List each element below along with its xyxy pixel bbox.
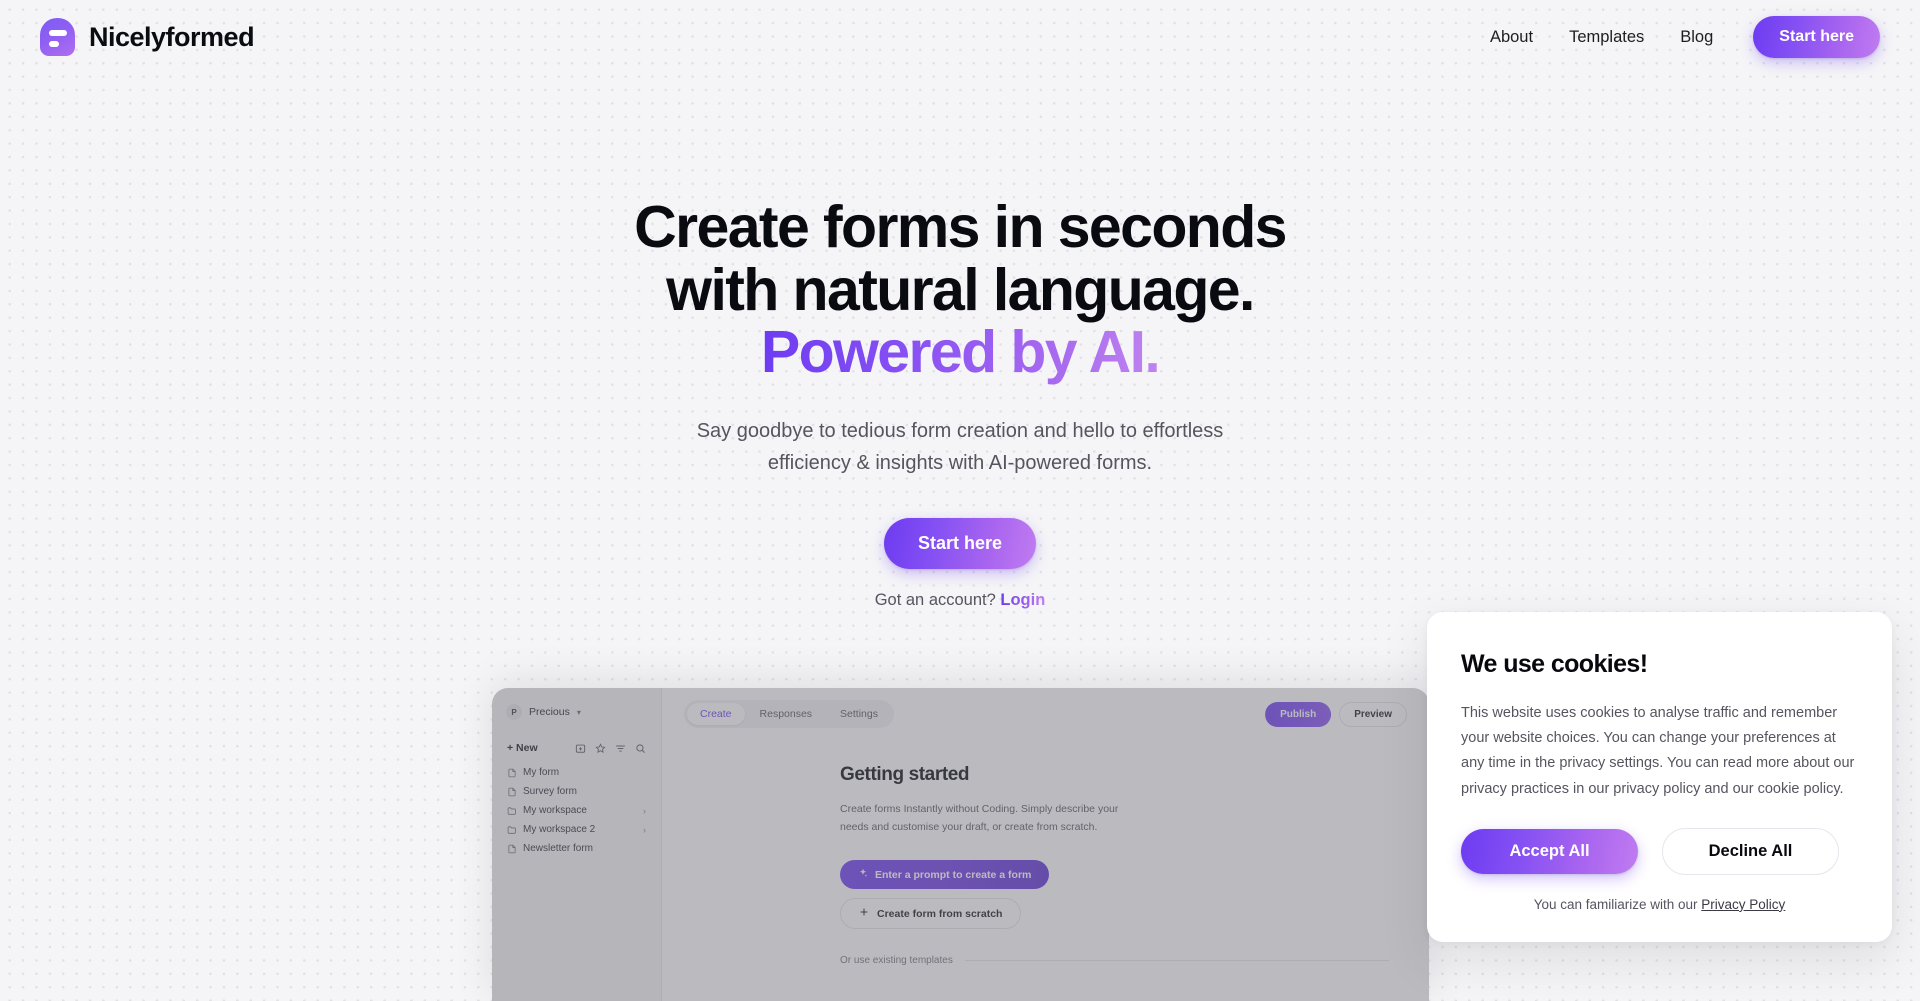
new-folder-icon[interactable] (575, 743, 586, 754)
header-start-here-button[interactable]: Start here (1753, 16, 1880, 58)
mockup-main-panel: Create Responses Settings Publish Previe… (662, 688, 1429, 1001)
decline-all-button[interactable]: Decline All (1662, 827, 1839, 875)
hero-section: Create forms in seconds with natural lan… (0, 0, 1920, 610)
enter-prompt-button[interactable]: Enter a prompt to create a form (840, 860, 1050, 890)
sidebar-tool-icons (575, 742, 646, 754)
cookie-banner-actions: Accept All Decline All (1461, 827, 1858, 875)
folder-icon (507, 825, 517, 835)
list-item-label: My workspace 2 (523, 824, 596, 835)
filter-icon[interactable] (615, 743, 626, 754)
plus-icon (859, 907, 869, 920)
preview-button[interactable]: Preview (1339, 701, 1407, 727)
page-title: Create forms in seconds with natural lan… (0, 196, 1920, 384)
privacy-policy-link[interactable]: Privacy Policy (1701, 897, 1785, 912)
login-link[interactable]: Login (1000, 591, 1045, 609)
create-from-scratch-button[interactable]: Create form from scratch (840, 898, 1022, 930)
star-icon[interactable] (595, 742, 606, 754)
hero-start-here-button[interactable]: Start here (883, 518, 1037, 570)
hero-title-line-3: Powered by AI. (760, 319, 1161, 386)
templates-divider: Or use existing templates (840, 955, 1429, 966)
list-item-label: My workspace (523, 805, 587, 816)
nav-item-templates[interactable]: Templates (1551, 20, 1662, 55)
nav-item-blog[interactable]: Blog (1662, 20, 1731, 55)
list-item[interactable]: My workspace › (504, 801, 649, 820)
mockup-toolbar: Create Responses Settings Publish Previe… (662, 688, 1429, 728)
main-navigation: About Templates Blog Start here (1472, 16, 1880, 58)
tab-settings[interactable]: Settings (827, 703, 891, 725)
mockup-toolbar-actions: Publish Preview (1265, 701, 1407, 727)
divider-line (964, 960, 1389, 962)
getting-started-heading: Getting started (840, 764, 970, 785)
sparkle-icon (858, 868, 868, 881)
app-preview-mockup: P Precious ▾ + New My form Survey form M… (492, 688, 1429, 1001)
workspace-switcher[interactable]: P Precious ▾ (504, 704, 649, 720)
file-icon (507, 844, 517, 854)
enter-prompt-label: Enter a prompt to create a form (875, 868, 1032, 881)
new-button[interactable]: + New (507, 742, 538, 754)
mockup-tabs: Create Responses Settings (684, 700, 894, 728)
mockup-sidebar: P Precious ▾ + New My form Survey form M… (492, 688, 662, 1001)
nav-item-about[interactable]: About (1472, 20, 1551, 55)
cookie-consent-banner: We use cookies! This website uses cookie… (1427, 612, 1892, 942)
brand-logo[interactable]: Nicelyformed (40, 18, 255, 56)
list-item[interactable]: My workspace 2 › (504, 820, 649, 839)
list-item[interactable]: My form (504, 763, 649, 782)
chevron-right-icon: › (643, 824, 646, 835)
file-icon (507, 787, 517, 797)
cookie-banner-footer: You can familiarize with our Privacy Pol… (1461, 897, 1858, 912)
list-item[interactable]: Newsletter form (504, 839, 649, 858)
create-from-scratch-label: Create form from scratch (877, 907, 1003, 920)
publish-button[interactable]: Publish (1265, 701, 1332, 727)
list-item-label: Newsletter form (523, 843, 594, 854)
site-header: Nicelyformed About Templates Blog Start … (0, 0, 1920, 74)
hero-title-line-2: with natural language. (666, 256, 1255, 323)
avatar: P (506, 704, 522, 720)
sidebar-toolbar: + New (504, 742, 649, 754)
templates-label: Or use existing templates (840, 955, 953, 967)
chevron-down-icon: ▾ (576, 707, 581, 717)
hero-title-line-1: Create forms in seconds (634, 194, 1287, 260)
cookie-footer-prefix: You can familiarize with our (1533, 896, 1702, 912)
chevron-right-icon: › (643, 805, 646, 816)
mockup-content: Getting started Create forms Instantly w… (662, 728, 1429, 966)
hero-login-row: Got an account? Login (0, 591, 1920, 610)
hero-account-prefix: Got an account? (874, 591, 1001, 610)
brand-name: Nicelyformed (89, 21, 255, 52)
workspace-name: Precious (529, 706, 570, 718)
list-item-label: Survey form (523, 786, 577, 797)
list-item-label: My form (523, 767, 560, 778)
hero-subtitle: Say goodbye to tedious form creation and… (696, 419, 1224, 474)
getting-started-description: Create forms Instantly without Coding. S… (840, 803, 1119, 834)
cookie-banner-text: This website uses cookies to analyse tra… (1461, 705, 1855, 797)
tab-create[interactable]: Create (687, 703, 745, 725)
file-icon (507, 768, 517, 778)
nicelyformed-logo-icon (40, 18, 75, 56)
tab-responses[interactable]: Responses (747, 703, 826, 725)
search-icon[interactable] (635, 743, 646, 754)
accept-all-button[interactable]: Accept All (1461, 828, 1638, 874)
folder-icon (507, 806, 517, 816)
list-item[interactable]: Survey form (504, 782, 649, 801)
cookie-banner-title: We use cookies! (1461, 650, 1648, 678)
